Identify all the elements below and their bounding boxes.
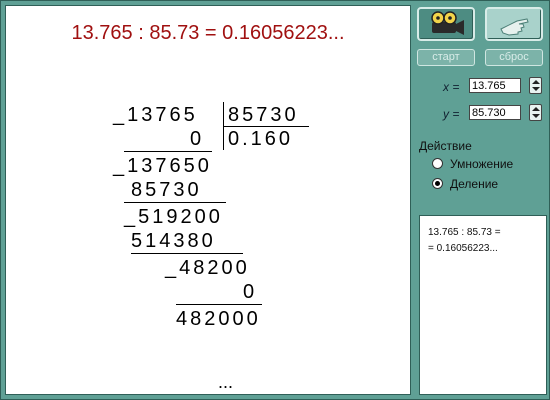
spin-down-icon[interactable] — [532, 87, 540, 91]
spin-down-icon[interactable] — [532, 114, 540, 118]
y-spinner[interactable] — [529, 104, 542, 121]
result-box: 13.765 : 85.73 = = 0.16056223... — [419, 215, 547, 395]
result-line: = 0.16056223... — [428, 243, 498, 254]
radio-label: Умножение — [450, 157, 514, 171]
start-label-button[interactable]: старт — [417, 49, 475, 66]
radio-selected-icon[interactable] — [432, 178, 443, 189]
start-button[interactable] — [417, 7, 475, 41]
step-remainder: 482000 — [176, 308, 261, 330]
quotient: 0.160 — [228, 128, 294, 150]
step-rule — [131, 253, 243, 254]
reset-button[interactable] — [485, 7, 543, 41]
step-subtrahend: 0 — [243, 281, 258, 303]
quotient-rule — [223, 126, 309, 127]
step-rule — [176, 304, 262, 305]
step-remainder: _48200 — [165, 257, 250, 279]
step-remainder: _137650 — [113, 155, 212, 177]
step-rule — [124, 151, 212, 152]
step-subtrahend: 85730 — [131, 179, 202, 201]
app-window: 13.765 : 85.73 = 0.16056223... _13765 85… — [0, 0, 550, 400]
result-line: 13.765 : 85.73 = — [428, 227, 501, 238]
film-reel-icon — [431, 11, 464, 35]
reset-label-button[interactable]: сброс — [485, 49, 543, 66]
problem-title: 13.765 : 85.73 = 0.16056223... — [71, 22, 345, 44]
workspace: 13.765 : 85.73 = 0.16056223... _13765 85… — [5, 5, 411, 395]
radio-label: Деление — [450, 177, 499, 191]
step-subtrahend: 0 — [190, 128, 205, 150]
divisor: 85730 — [228, 104, 299, 126]
step-rule — [124, 202, 226, 203]
x-label: x = — [443, 80, 460, 94]
x-input[interactable] — [469, 78, 521, 93]
continuation-ellipsis: ... — [218, 372, 234, 392]
dividend-line: _13765 — [113, 104, 198, 126]
y-input[interactable] — [469, 105, 521, 120]
step-subtrahend: 514380 — [131, 230, 216, 252]
step-remainder: _519200 — [124, 206, 223, 228]
radio-circle-icon[interactable] — [432, 158, 443, 169]
spin-up-icon[interactable] — [532, 80, 540, 84]
spin-up-icon[interactable] — [532, 107, 540, 111]
x-spinner[interactable] — [529, 77, 542, 94]
action-label: Действие — [419, 139, 472, 153]
hand-pointer-icon — [500, 18, 529, 36]
y-label: y = — [443, 107, 460, 121]
